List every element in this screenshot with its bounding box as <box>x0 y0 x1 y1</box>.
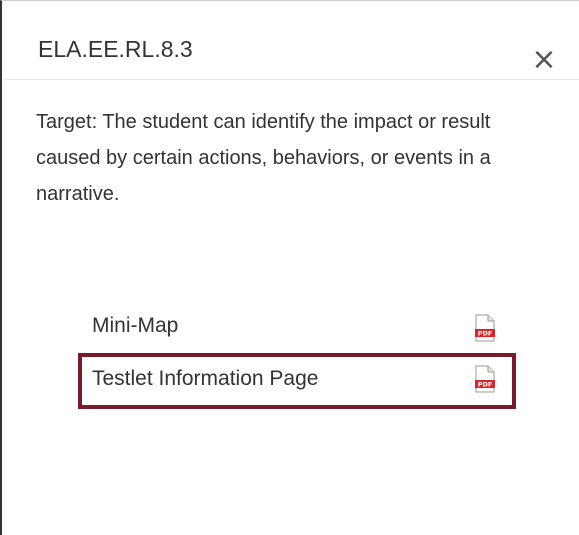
svg-text:PDF: PDF <box>478 381 493 389</box>
modal-header: ELA.EE.RL.8.3 × <box>4 2 579 80</box>
close-button[interactable]: × <box>530 45 558 75</box>
pdf-file-icon[interactable]: PDF <box>474 314 496 342</box>
resource-label[interactable]: Mini-Map <box>92 312 178 340</box>
modal-title: ELA.EE.RL.8.3 <box>38 36 193 62</box>
close-icon: × <box>531 42 557 77</box>
resource-modal: ELA.EE.RL.8.3 × Target: The student can … <box>0 0 579 535</box>
resource-link-testlet-information-page[interactable]: Testlet Information Page PDF <box>78 353 516 409</box>
target-description: Target: The student can identify the imp… <box>36 111 491 205</box>
pdf-file-icon[interactable]: PDF <box>474 365 496 393</box>
svg-text:PDF: PDF <box>478 330 493 338</box>
resource-link-mini-map[interactable]: Mini-Map PDF <box>78 304 516 350</box>
resource-label[interactable]: Testlet Information Page <box>92 365 318 393</box>
